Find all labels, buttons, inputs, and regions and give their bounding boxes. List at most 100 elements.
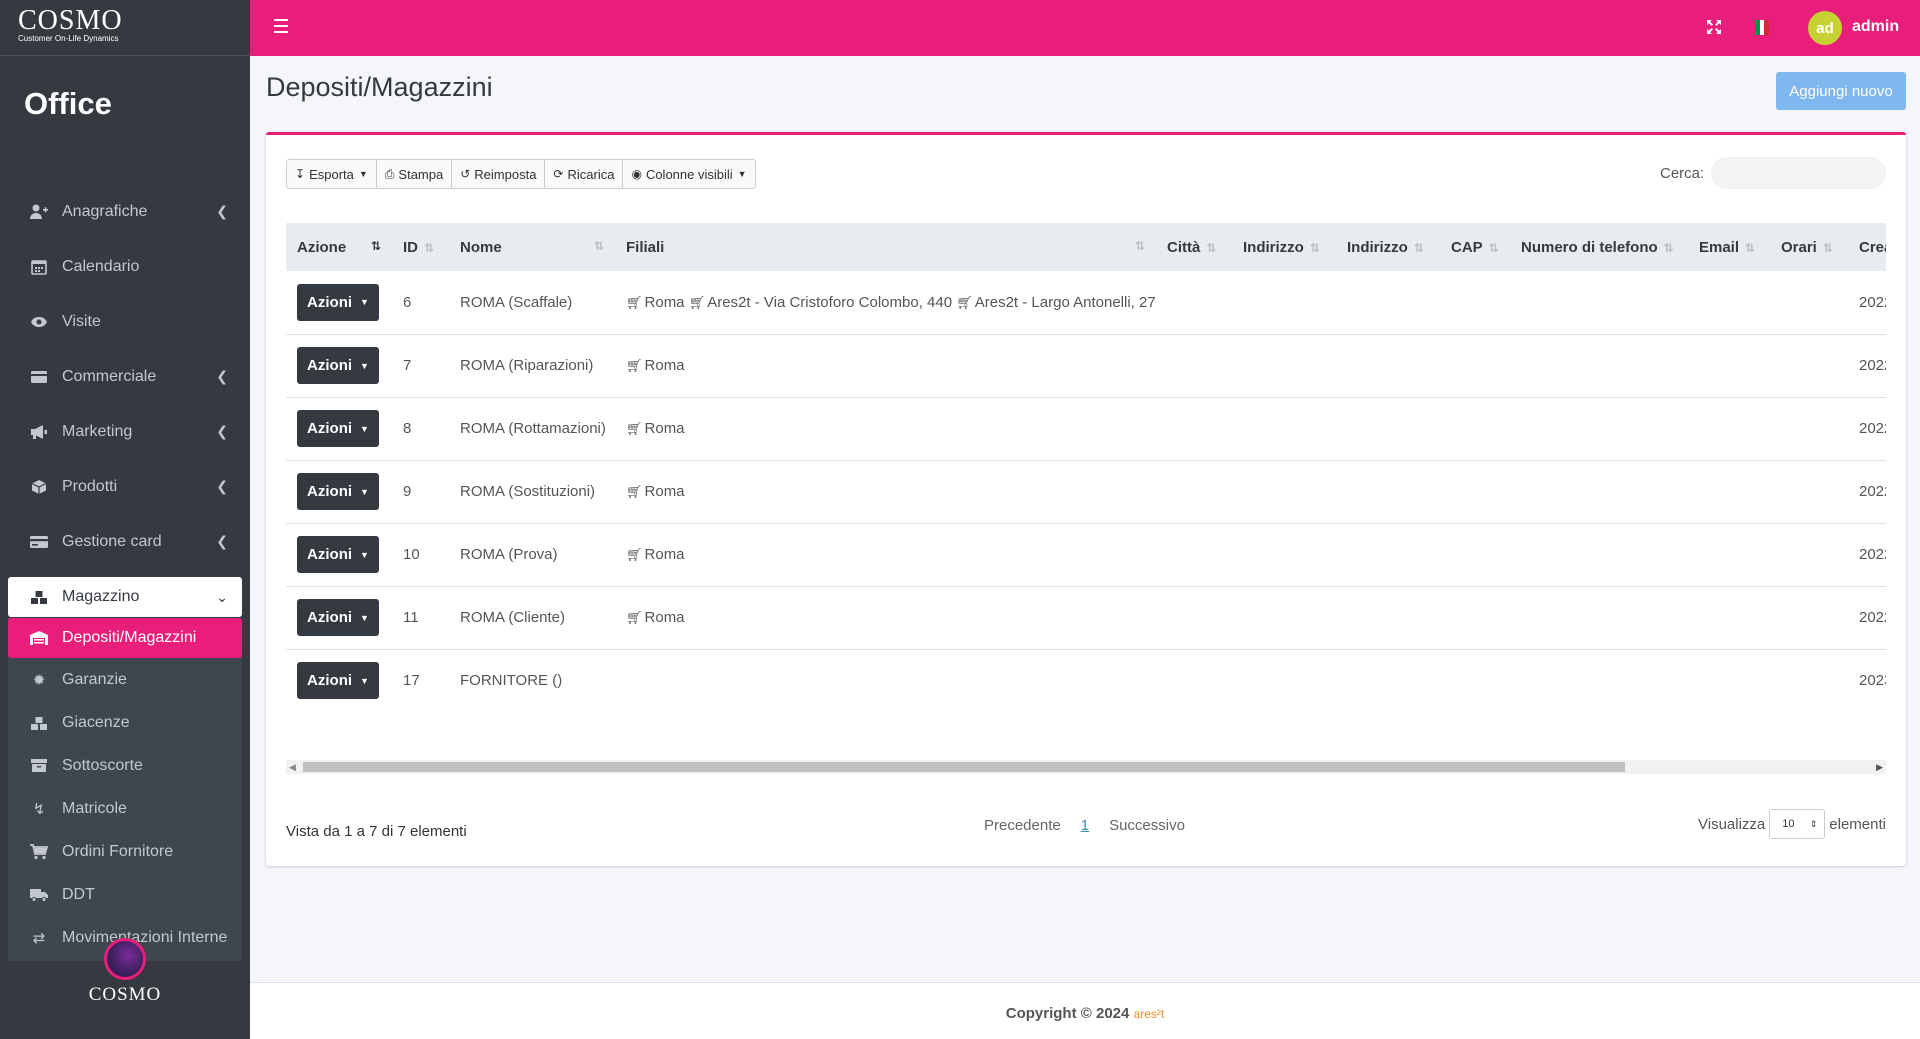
scroll-right-icon[interactable]: ▶ xyxy=(1876,760,1883,774)
sidebar-item-garanzie[interactable]: ✹ Garanzie xyxy=(8,658,242,701)
cell-creato: 2022 xyxy=(1848,460,1886,524)
boxes-icon xyxy=(28,588,50,606)
sidebar-item-matricole[interactable]: ↯ Matricole xyxy=(8,787,242,830)
column-header-citta[interactable]: Città ⇅ xyxy=(1156,223,1232,271)
sidebar-item-ordini-fornitore[interactable]: Ordini Fornitore xyxy=(8,830,242,873)
export-button[interactable]: ↧ Esporta ▼ xyxy=(286,159,377,189)
cell-orari xyxy=(1770,523,1848,587)
cell-creato: 2022 xyxy=(1848,334,1886,398)
visible-columns-button[interactable]: ◉ Colonne visibili ▼ xyxy=(622,159,756,189)
actions-dropdown-button[interactable]: Azioni ▼ xyxy=(297,283,379,321)
cell-nome: ROMA (Prova) xyxy=(449,523,615,587)
actions-dropdown-button[interactable]: Azioni ▼ xyxy=(297,536,379,573)
fullscreen-icon[interactable] xyxy=(1706,19,1722,35)
cell-filiali: 🛒︎ Roma 🛒︎ Ares2t - Via Cristoforo Colombo… xyxy=(615,271,1156,335)
caret-down-icon: ▼ xyxy=(360,486,369,497)
cell-id: 9 xyxy=(392,460,449,524)
reload-button[interactable]: ⟳ Ricarica xyxy=(544,159,624,189)
column-header-email[interactable]: Email ⇅ xyxy=(1688,223,1770,271)
sidebar-item-magazzino[interactable]: Magazzino ⌄ xyxy=(8,577,242,617)
header-label: Città xyxy=(1167,238,1201,256)
brand-subtitle: Customer On-Life Dynamics xyxy=(18,34,119,43)
sidebar-item-calendario[interactable]: Calendario xyxy=(8,239,242,294)
horizontal-scrollbar[interactable]: ◀ ▶ xyxy=(286,760,1886,774)
actions-dropdown-button[interactable]: Azioni ▼ xyxy=(297,473,379,510)
actions-dropdown-button[interactable]: Azioni ▼ xyxy=(297,599,379,636)
chevron-left-icon: ❮ xyxy=(216,203,228,219)
pagination-next[interactable]: Successivo xyxy=(1109,817,1185,834)
sidebar-item-commerciale[interactable]: Commerciale ❮ xyxy=(8,349,242,404)
column-header-orari[interactable]: Orari ⇅ xyxy=(1770,223,1848,271)
scroll-left-icon[interactable]: ◀ xyxy=(289,760,296,774)
pagination-page-1[interactable]: 1 xyxy=(1081,817,1089,834)
select-arrows-icon: ⇕ xyxy=(1809,818,1818,829)
cell-telefono xyxy=(1510,649,1688,712)
sidebar-item-visite[interactable]: Visite xyxy=(8,294,242,349)
language-flag-icon[interactable] xyxy=(1755,20,1770,35)
cell-indirizzo xyxy=(1232,460,1336,524)
sidebar-item-anagrafiche[interactable]: Anagrafiche ❮ xyxy=(8,184,242,239)
header-label: Numero di telefono xyxy=(1521,238,1658,256)
top-navbar: ad admin xyxy=(250,0,1920,56)
sidebar-item-label: Commerciale xyxy=(62,367,157,385)
column-header-creato[interactable]: Crea xyxy=(1848,223,1886,271)
print-button[interactable]: ⎙ Stampa xyxy=(375,159,453,189)
sidebar-item-gestione-card[interactable]: Gestione card ❮ xyxy=(8,514,242,569)
sidebar-item-label: Matricole xyxy=(62,799,127,817)
user-plus-icon xyxy=(28,203,50,221)
column-header-nome[interactable]: Nome ⇅ xyxy=(449,223,615,271)
page-size-control: Visualizza 10 ⇕ elementi xyxy=(1698,809,1886,839)
sidebar-item-label: Anagrafiche xyxy=(62,202,148,220)
caret-down-icon: ▼ xyxy=(737,169,747,179)
sort-icon: ⇅ xyxy=(1206,240,1217,255)
actions-dropdown-button[interactable]: Azioni ▼ xyxy=(297,410,379,447)
brand-name: COSMO xyxy=(18,5,123,36)
sidebar-item-depositi-magazzini[interactable]: Depositi/Magazzini xyxy=(8,618,242,658)
column-header-filiali[interactable]: Filiali ⇅ xyxy=(615,223,1156,271)
cell-indirizzo xyxy=(1232,397,1336,461)
data-table-wrapper: Azione ⇅ ID ⇅ Nome ⇅ Filiali ⇅ Città ⇅ Indiri… xyxy=(286,223,1886,749)
page-size-select[interactable]: 10 ⇕ xyxy=(1769,809,1826,839)
sidebar-item-giacenze[interactable]: Giacenze xyxy=(8,701,242,744)
cell-filiali: 🛒︎ Roma xyxy=(615,586,1156,650)
cell-email xyxy=(1688,649,1770,712)
columns-label: Colonne visibili xyxy=(645,166,733,182)
column-header-azione[interactable]: Azione ⇅ xyxy=(286,223,392,271)
column-header-indirizzo-2[interactable]: Indirizzo ⇅ xyxy=(1336,223,1440,271)
scrollbar-thumb[interactable] xyxy=(303,762,1625,772)
pagination-previous[interactable]: Precedente xyxy=(984,817,1061,834)
cell-indirizzo-2 xyxy=(1336,649,1440,712)
table-row: Azioni▼7ROMA (Riparazioni)🛒︎Roma 2022 xyxy=(286,334,1886,398)
add-new-button[interactable]: Aggiungi nuovo xyxy=(1776,72,1906,110)
sidebar-item-label: Ordini Fornitore xyxy=(62,842,174,860)
avatar[interactable]: ad xyxy=(1808,11,1842,45)
cell-azione: Azioni ▼ xyxy=(286,334,392,398)
cell-azione: Azioni ▼ xyxy=(286,586,392,650)
cell-id: 17 xyxy=(403,672,420,690)
filiale-name: Roma xyxy=(644,546,685,563)
company-logo[interactable]: ares²t xyxy=(1134,1007,1165,1021)
cell-orari xyxy=(1770,649,1848,712)
header-label: Crea xyxy=(1859,238,1886,256)
sidebar-item-marketing[interactable]: Marketing ❮ xyxy=(8,404,242,459)
brand-logo[interactable]: COSMO Customer On-Life Dynamics xyxy=(0,0,250,56)
cell-nome: ROMA (Rottamazioni) xyxy=(449,397,615,461)
actions-dropdown-button[interactable]: Azioni ▼ xyxy=(297,347,379,384)
username[interactable]: admin xyxy=(1852,18,1899,36)
column-header-indirizzo[interactable]: Indirizzo ⇅ xyxy=(1232,223,1336,271)
column-header-id[interactable]: ID ⇅ xyxy=(392,223,449,271)
search-input[interactable] xyxy=(1711,157,1886,189)
actions-dropdown-button[interactable]: Azioni ▼ xyxy=(297,662,379,700)
filiale-name: Roma xyxy=(644,609,685,626)
cart-icon xyxy=(28,843,50,860)
cell-azione: Azioni ▼ xyxy=(286,271,392,335)
reset-button[interactable]: ↺ Reimposta xyxy=(451,159,546,189)
sidebar-item-prodotti[interactable]: Prodotti ❮ xyxy=(8,459,242,514)
sidebar-item-ddt[interactable]: DDT xyxy=(8,873,242,916)
column-header-telefono[interactable]: Numero di telefono ⇅ xyxy=(1510,223,1688,271)
menu-toggle-icon[interactable] xyxy=(274,19,288,33)
elements-label: elementi xyxy=(1829,815,1886,833)
table-row: Azioni▼10ROMA (Prova)🛒︎Roma 2022 xyxy=(286,523,1886,587)
column-header-cap[interactable]: CAP ⇅ xyxy=(1440,223,1510,271)
sidebar-item-sottoscorte[interactable]: Sottoscorte xyxy=(8,744,242,787)
